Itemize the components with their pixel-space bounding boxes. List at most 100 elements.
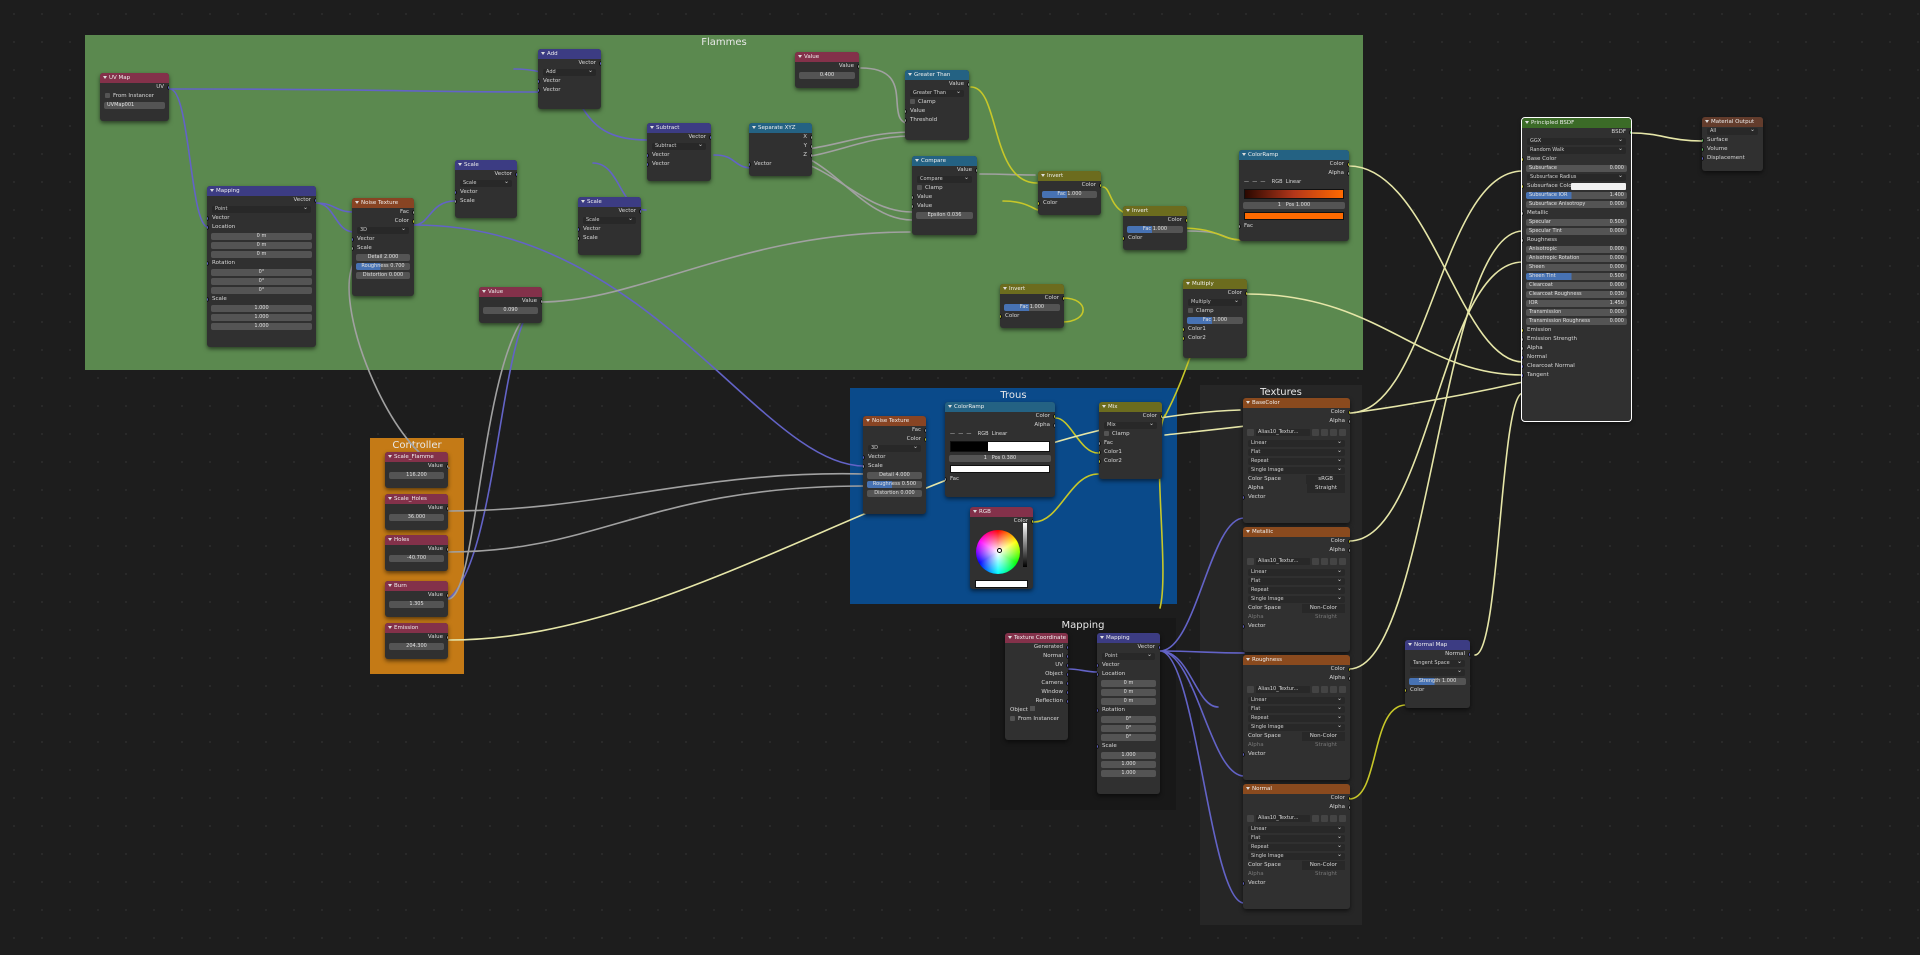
field-sheen-tint[interactable]: Sheen Tint 0.500 [1522, 272, 1631, 281]
socket-displacement-in[interactable]: Displacement [1702, 154, 1763, 163]
field-anisotropic[interactable]: Anisotropic 0.000 [1522, 245, 1631, 254]
field-scale-x[interactable]: 1.000 [207, 304, 316, 313]
clamp-checkbox[interactable]: Clamp [1183, 307, 1247, 316]
socket-uv-out[interactable]: UV [100, 83, 169, 92]
colorspace-row[interactable]: Color Space Non-Color [1243, 604, 1350, 613]
value-field[interactable]: 36.000 [385, 513, 448, 522]
socket-clearcoat-normal-in[interactable]: Clearcoat Normal [1522, 362, 1631, 371]
socket-vector-out[interactable]: Vector [538, 59, 601, 68]
field-loc-y[interactable]: 0 m [1097, 688, 1160, 697]
socket-vector-in-b[interactable]: Vector [647, 160, 711, 169]
clamp-checkbox[interactable]: Clamp [1099, 430, 1162, 439]
node-mix-multiply[interactable]: Multiply Color Multiply Clamp Fac 1.000 … [1183, 279, 1247, 358]
field-scale-z[interactable]: 1.000 [207, 322, 316, 331]
socket-reflection-out[interactable]: Reflection [1005, 697, 1068, 706]
image-selector[interactable]: Alias10_Textur... [1247, 813, 1346, 824]
extension-dropdown[interactable]: Repeat [1243, 457, 1350, 466]
socket-color1-in[interactable]: Color1 [1099, 448, 1162, 457]
interpolation-dropdown[interactable]: Linear [1243, 696, 1350, 705]
space-dropdown[interactable]: Tangent Space [1405, 659, 1470, 668]
field-ior[interactable]: IOR 1.450 [1522, 299, 1631, 308]
socket-z-out[interactable]: Z [749, 151, 812, 160]
socket-color-out[interactable]: Color [1123, 216, 1187, 225]
field-subsurface-radius[interactable]: Subsurface Radius [1522, 173, 1631, 182]
socket-value-in-b[interactable]: Value [912, 202, 977, 211]
socket-color-out[interactable]: Color [1183, 289, 1247, 298]
node-noise-texture[interactable]: Noise Texture Fac Color 3D Vector Scale … [352, 198, 414, 296]
node-image-texture-metallic[interactable]: Metallic Color Alpha Alias10_Textur... L… [1243, 527, 1350, 652]
socket-color-out[interactable]: Color [1000, 294, 1064, 303]
socket-vector-in-b[interactable]: Vector [538, 86, 601, 95]
alpha-mode-row[interactable]: Alpha Straight [1243, 613, 1350, 622]
blend-mode-dropdown[interactable]: Mix [1099, 421, 1162, 430]
node-image-texture-normal[interactable]: Normal Color Alpha Alias10_Textur... Lin… [1243, 784, 1350, 909]
socket-alpha-out[interactable]: Alpha [1243, 417, 1350, 426]
projection-dropdown[interactable]: Flat [1243, 834, 1350, 843]
node-value[interactable]: Value Value 0.090 [479, 287, 542, 323]
node-color-ramp[interactable]: ColorRamp Color Alpha — — — RGB Linear 1… [1239, 150, 1349, 241]
socket-window-out[interactable]: Window [1005, 688, 1068, 697]
socket-color-out[interactable]: Color [863, 435, 926, 444]
node-value-emission[interactable]: Emission Value 204.300 [385, 623, 448, 659]
socket-uv-out[interactable]: UV [1005, 661, 1068, 670]
value-field[interactable]: 204.300 [385, 642, 448, 651]
field-rot-z[interactable]: 0° [1097, 733, 1160, 742]
source-dropdown[interactable]: Single Image [1243, 466, 1350, 475]
field-subsurface-color[interactable]: Subsurface Color [1522, 182, 1631, 191]
socket-color2-in[interactable]: Color2 [1099, 457, 1162, 466]
operation-dropdown[interactable]: Add [538, 68, 601, 77]
node-mix[interactable]: Mix Color Mix Clamp Fac Color1 Color2 [1099, 402, 1162, 479]
field-scale-x[interactable]: 1.000 [1097, 751, 1160, 760]
socket-generated-out[interactable]: Generated [1005, 643, 1068, 652]
uv-map-dropdown[interactable] [1405, 668, 1470, 677]
node-vector-scale[interactable]: Scale Vector Scale Vector Scale [578, 197, 641, 255]
interpolation-dropdown[interactable]: Linear [1243, 439, 1350, 448]
socket-y-out[interactable]: Y [749, 142, 812, 151]
socket-vector-in[interactable]: Vector [749, 160, 812, 169]
socket-vector-in[interactable]: Vector [1243, 622, 1350, 631]
socket-value-out[interactable]: Value [385, 633, 448, 642]
value-field[interactable]: 1.305 [385, 600, 448, 609]
field-rot-x[interactable]: 0° [207, 268, 316, 277]
socket-color-out[interactable]: Color [1243, 408, 1350, 417]
field-detail[interactable]: Detail 2.000 [352, 253, 414, 262]
socket-surface-in[interactable]: Surface [1702, 136, 1763, 145]
node-vector-subtract[interactable]: Subtract Vector Subtract Vector Vector [647, 123, 711, 181]
extension-dropdown[interactable]: Repeat [1243, 714, 1350, 723]
node-rgb[interactable]: RGB Color [970, 507, 1033, 589]
node-vector-add[interactable]: Add Vector Add Vector Vector [538, 49, 601, 109]
socket-color-out[interactable]: Color [1243, 665, 1350, 674]
field-clearcoat[interactable]: Clearcoat 0.000 [1522, 281, 1631, 290]
socket-alpha-out[interactable]: Alpha [1243, 546, 1350, 555]
socket-tangent-in[interactable]: Tangent [1522, 371, 1631, 380]
node-value-scale-holes[interactable]: Scale_Holes Value 36.000 [385, 494, 448, 530]
socket-vector-out[interactable]: Vector [578, 207, 641, 216]
ramp-stop-fields[interactable]: 1 Pos 1.000 [1239, 201, 1349, 210]
socket-alpha-out[interactable]: Alpha [1239, 169, 1349, 178]
socket-fac-in[interactable]: Fac [1239, 222, 1349, 231]
socket-vector-in[interactable]: Vector [1243, 493, 1350, 502]
value-field[interactable]: 0.090 [479, 306, 542, 315]
node-material-output[interactable]: Material Output All Surface Volume Displ… [1702, 117, 1763, 171]
field-anisotropic-rotation[interactable]: Anisotropic Rotation 0.000 [1522, 254, 1631, 263]
socket-base-color-in[interactable]: Base Color [1522, 155, 1631, 164]
extension-dropdown[interactable]: Repeat [1243, 843, 1350, 852]
field-loc-x[interactable]: 0 m [207, 232, 316, 241]
value-field[interactable]: 0.400 [795, 71, 859, 80]
socket-vector-in-a[interactable]: Vector [647, 151, 711, 160]
node-image-texture-roughness[interactable]: Roughness Color Alpha Alias10_Textur... … [1243, 655, 1350, 780]
source-dropdown[interactable]: Single Image [1243, 595, 1350, 604]
socket-alpha-out[interactable]: Alpha [1243, 803, 1350, 812]
projection-dropdown[interactable]: Flat [1243, 577, 1350, 586]
field-fac[interactable]: Fac 1.000 [1038, 190, 1101, 199]
node-separate-xyz[interactable]: Separate XYZ X Y Z Vector [749, 123, 812, 176]
socket-vector-in[interactable]: Vector [1243, 750, 1350, 759]
socket-scale-in[interactable]: Scale [863, 462, 926, 471]
clamp-checkbox[interactable]: Clamp [905, 98, 969, 107]
image-selector[interactable]: Alias10_Textur... [1247, 427, 1346, 438]
node-color-ramp[interactable]: ColorRamp Color Alpha — — — RGB Linear 1… [945, 402, 1055, 497]
dimensions-dropdown[interactable]: 3D [352, 226, 414, 235]
projection-dropdown[interactable]: Flat [1243, 448, 1350, 457]
field-transmission-roughness[interactable]: Transmission Roughness 0.000 [1522, 317, 1631, 326]
socket-color-out[interactable]: Color [945, 412, 1055, 421]
